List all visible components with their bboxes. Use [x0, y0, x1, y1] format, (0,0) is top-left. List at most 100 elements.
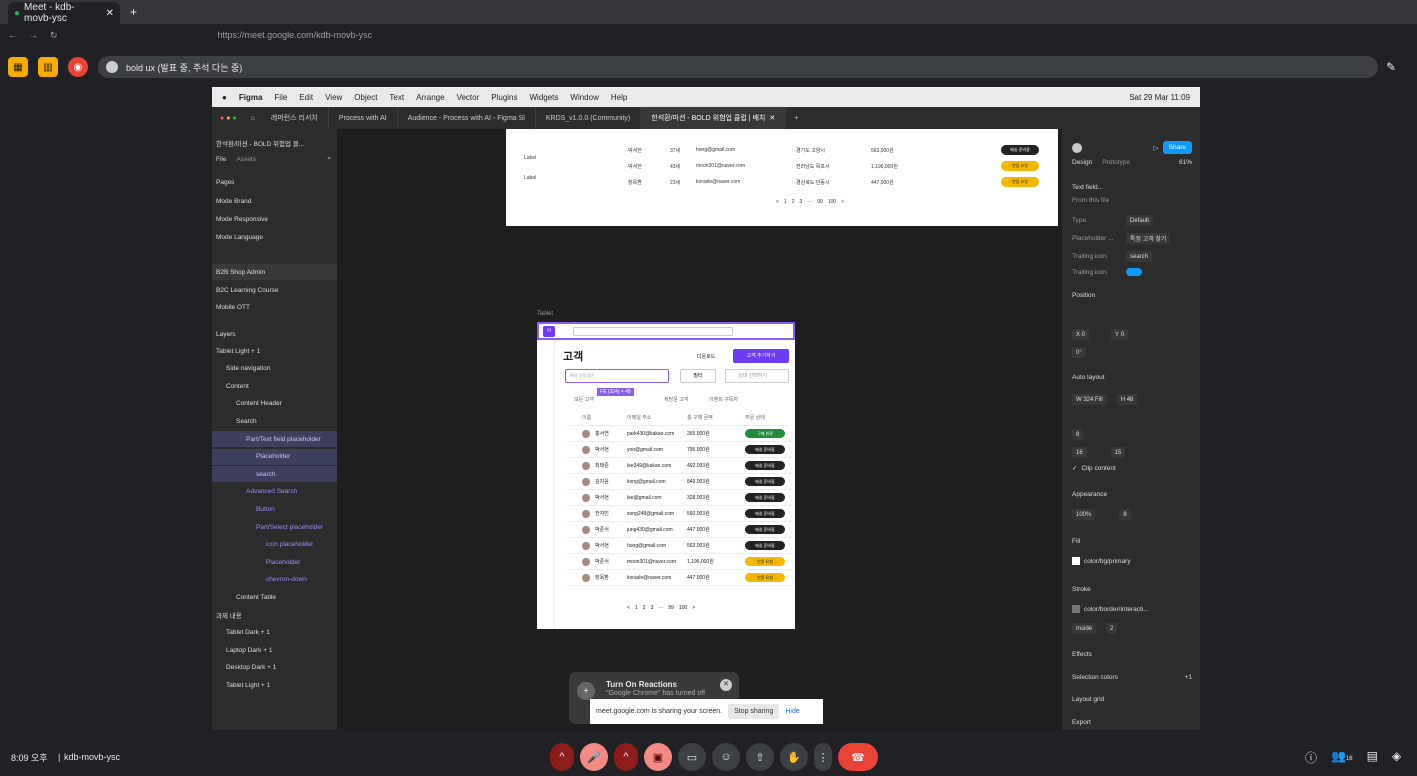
figma-tab-3[interactable]: Audience - Process with AI - Figma Sl [398, 107, 536, 129]
presenter-pill[interactable]: bold ux (발표 중, 주석 다는 중) [98, 56, 1378, 78]
frame-label[interactable]: Tablet [537, 311, 553, 317]
table-row[interactable]: 박서현 lee@gmail.com 328,003원 배송 준비중 [567, 490, 792, 506]
table-row[interactable]: 장옥환 korasle@naver.com 447,000원 반품 요청 [567, 570, 792, 586]
trailing-icon-select[interactable]: search [1126, 251, 1153, 262]
stroke-value[interactable]: color/border/interacti... [1084, 606, 1149, 613]
file-title[interactable]: 한석환/미션 - BOLD 위험업 클... [212, 135, 337, 151]
menu-view[interactable]: View [325, 93, 342, 102]
stroke-swatch[interactable] [1072, 605, 1080, 613]
figma-canvas[interactable]: Label Label 박서현 37세 hong@gmail.com 경기도 고양시 5… [337, 129, 1062, 730]
menu-edit[interactable]: Edit [299, 93, 313, 102]
hide-button[interactable]: Hide [785, 708, 799, 715]
menu-object[interactable]: Object [354, 93, 377, 102]
present-icon[interactable]: ⇧ [746, 743, 774, 771]
layer-item[interactable]: Content Table [212, 589, 337, 605]
layer-item[interactable]: Search [212, 413, 337, 429]
page-item[interactable]: B2C Learning Course [212, 282, 337, 298]
menu-arrange[interactable]: Arrange [416, 93, 444, 102]
layer-item[interactable]: Tablet Light + 1 [212, 677, 337, 693]
selection-colors[interactable]: Selection colors +1 [1072, 674, 1192, 681]
tablet-frame[interactable]: H 고객 다운로드 고객 추가하기 특정 고객 찾기 Fill (324) × … [537, 322, 795, 629]
fill-value[interactable]: color/bg/primary [1084, 558, 1131, 565]
more-options-icon[interactable]: ⋮ [814, 743, 832, 771]
table-row[interactable]: 박서현 hong@gmail.com 563,003원 배송 준비중 [567, 538, 792, 554]
info-icon[interactable]: ⓘ [1305, 749, 1317, 766]
layer-item[interactable]: Desktop Dark + 1 [212, 660, 337, 676]
layer-item[interactable]: Tablet Light + 1 [212, 343, 337, 359]
mic-options-button[interactable]: ^ [550, 743, 574, 771]
emoji-icon[interactable]: ☺ [712, 743, 740, 771]
activities-icon[interactable]: ◈ [1392, 749, 1401, 766]
figma-tab-1[interactable]: 레퍼런스 리서치 [261, 107, 329, 129]
whiteboard-icon[interactable]: ▦ [8, 57, 28, 77]
menu-widgets[interactable]: Widgets [530, 93, 559, 102]
reload-icon[interactable]: ↻ [50, 30, 58, 41]
fill-swatch[interactable] [1072, 557, 1080, 565]
end-call-button[interactable]: ☎ [838, 743, 878, 771]
doc-icon[interactable]: ▥ [38, 57, 58, 77]
people-icon[interactable]: 👥16 [1331, 749, 1353, 766]
component-name[interactable]: Text field... [1072, 184, 1103, 191]
zoom-level[interactable]: 61% [1179, 159, 1192, 166]
table-row[interactable]: 박준서 moon301@naver.com 1,196,000원 반품 요청 [567, 554, 792, 570]
width-input[interactable]: W 324 Fill [1072, 394, 1107, 405]
menu-file[interactable]: File [274, 93, 287, 102]
padding-v-input[interactable]: 15 [1110, 447, 1126, 458]
layer-item[interactable]: 과제 내용 [212, 607, 337, 623]
stroke-width[interactable]: 2 [1106, 623, 1118, 634]
layer-item[interactable]: Advanced Search [212, 484, 337, 500]
layer-item[interactable]: Content [212, 378, 337, 394]
camera-off-icon[interactable]: ▣ [644, 743, 672, 771]
search-icon[interactable]: ⌕ [327, 155, 331, 163]
radius-input[interactable]: 8 [1119, 509, 1131, 520]
forward-icon[interactable]: → [29, 30, 38, 40]
table-row[interactable]: 한지민 song248@gmail.com 560,003원 배송 준비중 [567, 506, 792, 522]
page-item[interactable]: Mobile OTT [212, 299, 337, 315]
layer-item[interactable]: Placeholder [212, 448, 337, 465]
figma-tab-2[interactable]: Process with AI [329, 107, 398, 129]
table-row[interactable]: 박준서 jung430@gmail.com 447,000원 배송 준비중 [567, 522, 792, 538]
rotation-input[interactable]: 0° [1072, 347, 1086, 358]
new-tab-icon[interactable]: + [130, 5, 137, 19]
y-input[interactable]: Y 0 [1111, 329, 1129, 340]
layer-item[interactable]: search [212, 466, 337, 483]
tab-subscribers[interactable]: 이벤트 구독자 [709, 396, 738, 403]
close-icon[interactable]: ✕ [106, 8, 114, 19]
play-icon[interactable]: ▷ [1154, 144, 1159, 152]
selected-header[interactable]: H [537, 322, 795, 340]
record-icon[interactable]: ◉ [68, 57, 88, 77]
header-search[interactable] [573, 327, 733, 336]
menu-vector[interactable]: Vector [457, 93, 480, 102]
table-row[interactable]: 김지윤 kong@gmail.com 849,003원 배송 준비중 [567, 474, 792, 490]
tab-revisit[interactable]: 재방문 고객 [664, 396, 688, 403]
layer-item[interactable]: Laptop Dark + 1 [212, 642, 337, 658]
annotate-icon[interactable]: ✎ [1386, 60, 1396, 74]
padding-h-input[interactable]: 16 [1072, 447, 1087, 458]
add-tab-icon[interactable]: + [786, 115, 806, 122]
layer-item[interactable]: Part/Select placeholder [212, 519, 337, 535]
menu-plugins[interactable]: Plugins [491, 93, 517, 102]
tab-design[interactable]: Design [1072, 159, 1092, 166]
table-row[interactable]: 최태준 lee349@kakao.com 492,093원 배송 준비중 [567, 458, 792, 474]
stroke-position[interactable]: Inside [1072, 623, 1097, 634]
layer-item[interactable]: Button [212, 501, 337, 517]
window-controls[interactable]: ● ● ● [212, 115, 245, 122]
page-item[interactable]: Mode Language [212, 229, 337, 245]
x-input[interactable]: X 0 [1072, 329, 1090, 340]
camera-options-button[interactable]: ^ [614, 743, 638, 771]
opacity-input[interactable]: 100% [1072, 509, 1096, 520]
table-row[interactable]: 홍서연 park430@kakao.com 265,000원 구매 완료 [567, 426, 792, 442]
tab-file[interactable]: File [216, 156, 226, 163]
layer-item[interactable]: icon placeholder [212, 537, 337, 553]
browser-tab[interactable]: ● Meet - kdb-movb-ysc ✕ [8, 2, 120, 24]
height-input[interactable]: H 48 [1116, 394, 1138, 405]
menu-help[interactable]: Help [611, 93, 627, 102]
menu-text[interactable]: Text [389, 93, 404, 102]
filter-button[interactable]: 필터 [680, 369, 716, 383]
search-field[interactable]: 특정 고객 찾기 [565, 369, 669, 383]
placeholder-input[interactable]: 특정 고객 찾기 [1126, 233, 1171, 244]
toggle-switch[interactable] [1126, 268, 1142, 276]
type-select[interactable]: Default [1126, 215, 1154, 226]
gap-input[interactable]: 8 [1072, 429, 1084, 440]
clip-content[interactable]: ✓ Clip content [1072, 464, 1116, 473]
